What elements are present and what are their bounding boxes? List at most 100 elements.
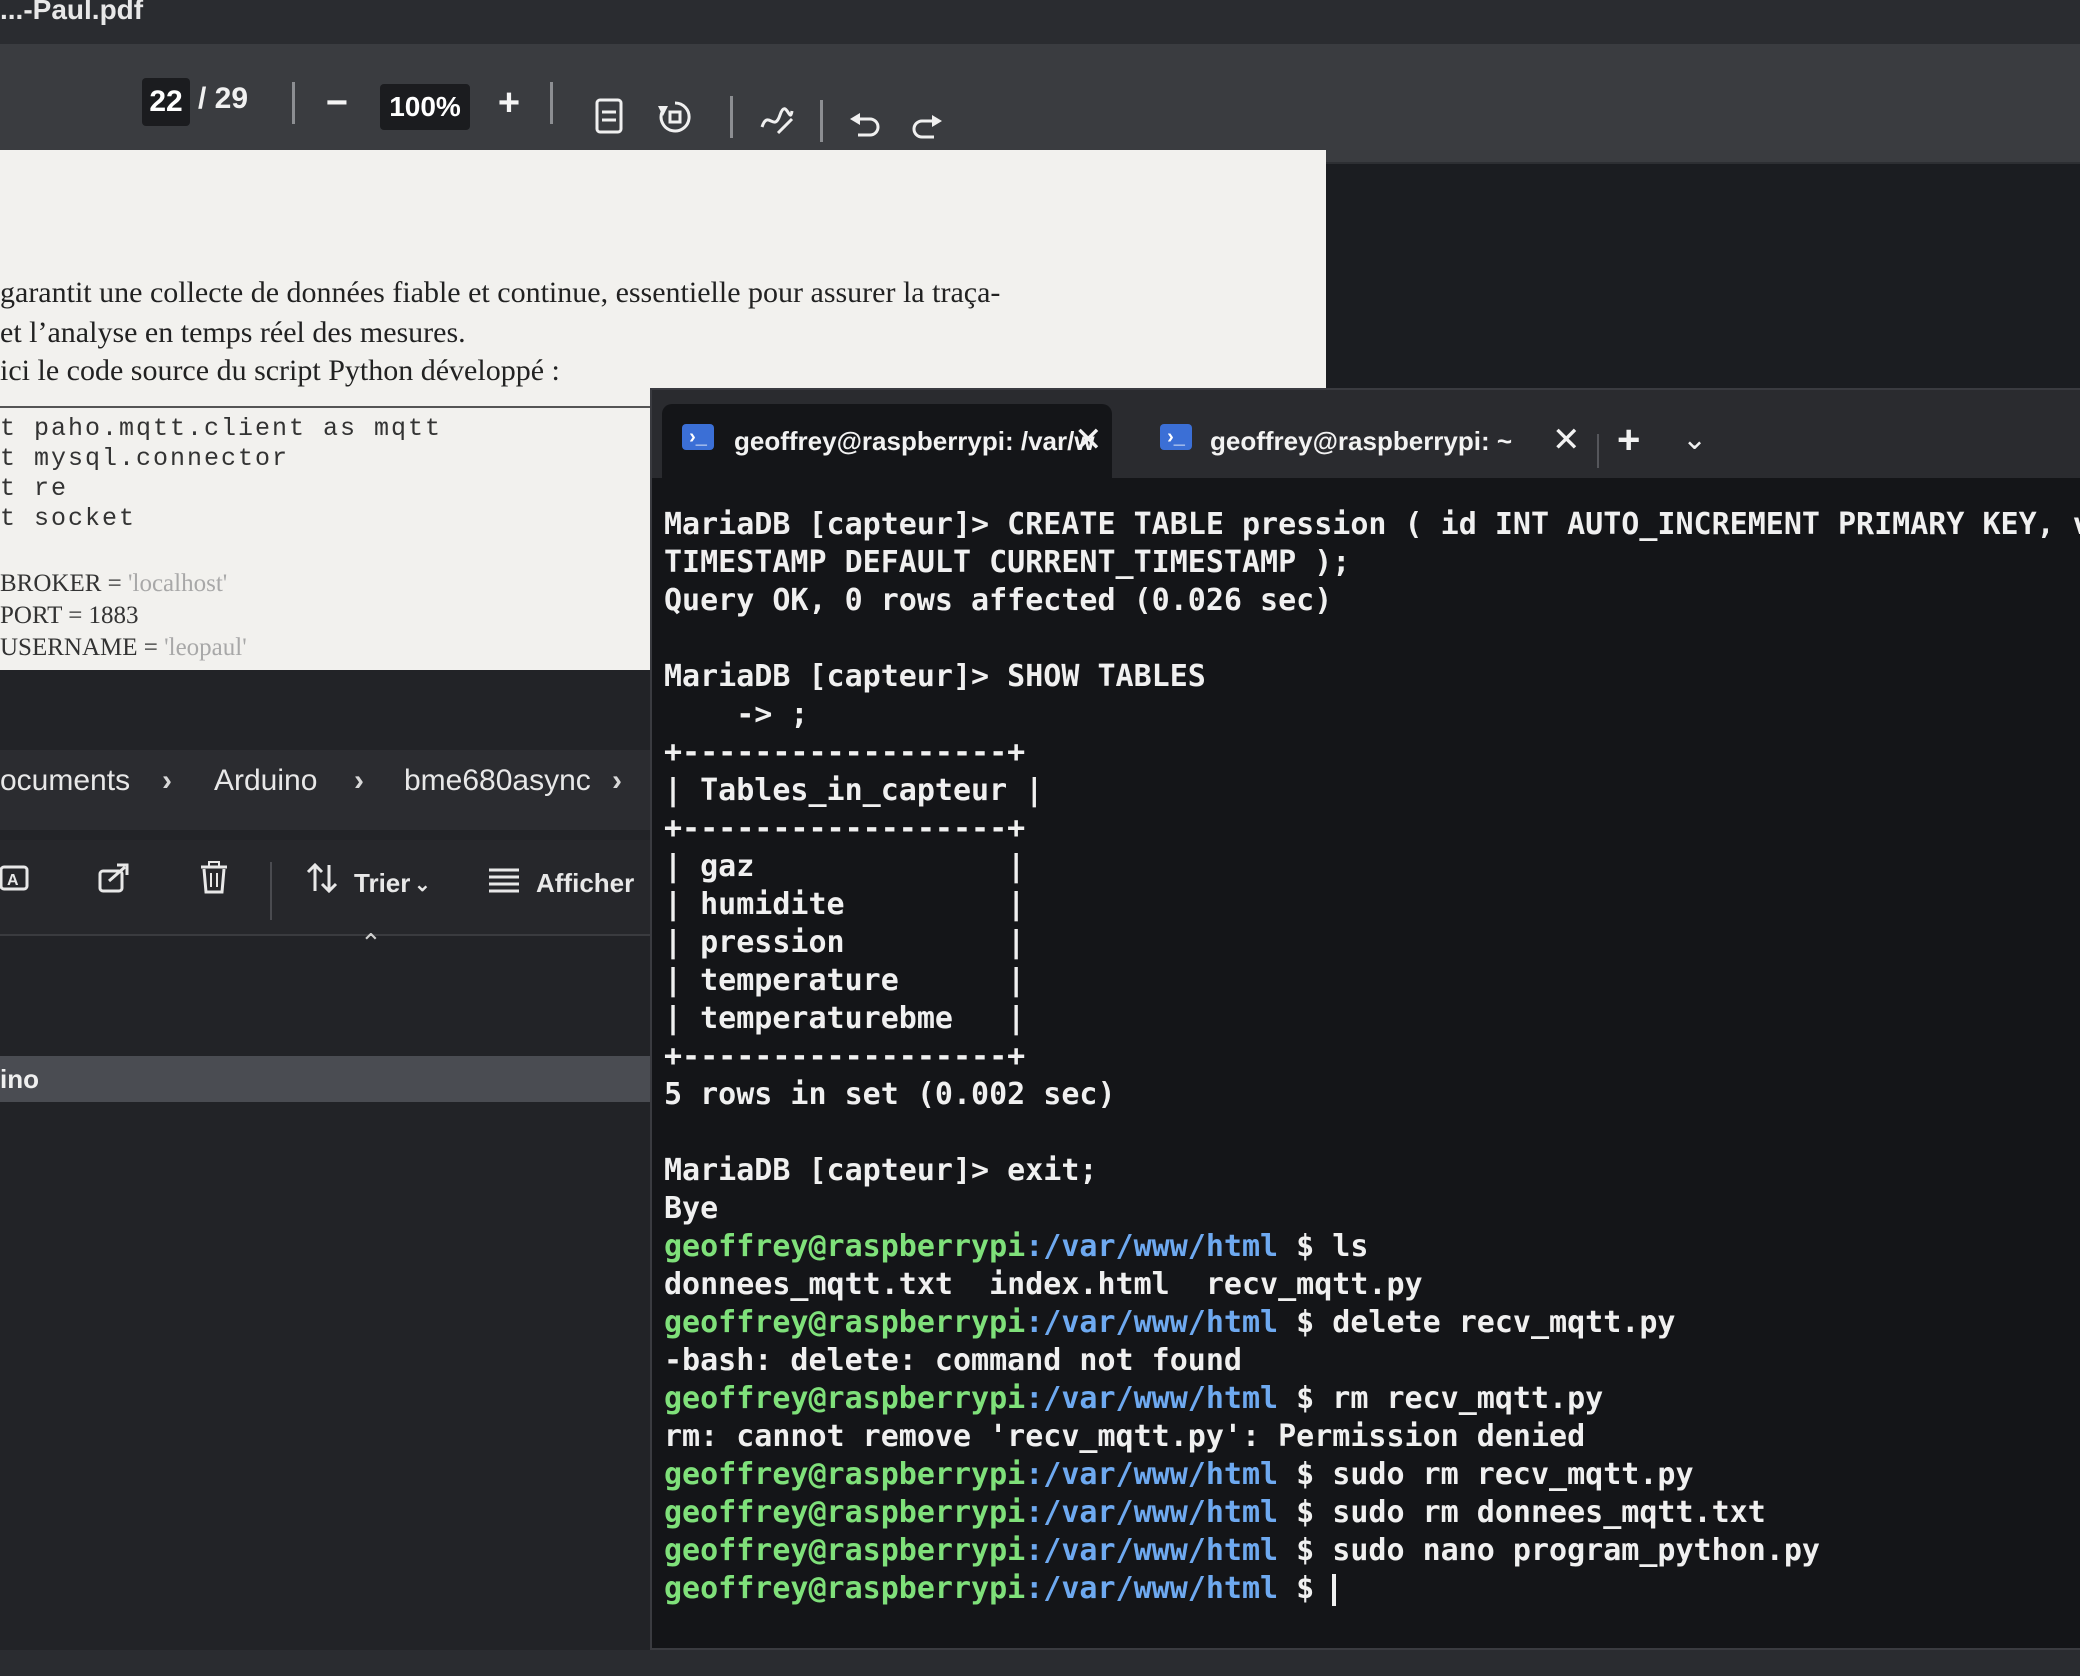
toolbar-divider bbox=[730, 96, 733, 138]
chevron-down-icon[interactable]: ⌄ bbox=[1682, 422, 1707, 457]
prompt-user: geoffrey@raspberrypi bbox=[664, 1495, 1026, 1530]
code-line: t paho.mqtt.client as mqtt bbox=[0, 414, 443, 443]
command-text: delete recv_mqtt.py bbox=[1332, 1305, 1676, 1340]
terminal-output-line: -> ; bbox=[664, 697, 809, 732]
terminal-output-line: Query OK, 0 rows affected (0.026 sec) bbox=[664, 583, 1333, 618]
chevron-right-icon: › bbox=[162, 764, 172, 797]
zoom-out-button[interactable]: − bbox=[312, 78, 362, 128]
file-explorer: ocuments › Arduino › bme680async › A Tri… bbox=[0, 670, 660, 1676]
terminal-tab[interactable]: ›_ geoffrey@raspberrypi: ~ ✕ bbox=[1150, 404, 1590, 478]
list-view-icon[interactable] bbox=[480, 860, 528, 908]
page-total: / 29 bbox=[198, 82, 249, 115]
prompt-path: :/var/www/html bbox=[1025, 1533, 1279, 1568]
desktop-bottom-strip bbox=[0, 1650, 2080, 1676]
terminal-output[interactable]: MariaDB [capteur]> CREATE TABLE pression… bbox=[664, 506, 2080, 1608]
terminal-output-line: | humidite | bbox=[664, 887, 1026, 922]
prompt-suffix: $ bbox=[1278, 1495, 1333, 1530]
prompt-user: geoffrey@raspberrypi bbox=[664, 1381, 1026, 1416]
code-line: USERNAME = 'leopaul' bbox=[0, 634, 247, 662]
new-tab-button[interactable]: + bbox=[1617, 418, 1640, 463]
rotate-icon[interactable] bbox=[652, 98, 698, 144]
close-icon[interactable]: ✕ bbox=[1552, 420, 1581, 460]
prompt-suffix: $ bbox=[1278, 1381, 1333, 1416]
terminal-prompt-line: geoffrey@raspberrypi:/var/www/html $ sud… bbox=[664, 1532, 2074, 1570]
toolbar-divider bbox=[820, 100, 823, 142]
terminal-output-line: +------------------+ bbox=[664, 811, 1026, 846]
terminal-output-line: Bye bbox=[664, 1191, 719, 1226]
text-cursor bbox=[1332, 1573, 1337, 1606]
pdf-text-line: et l’analyse en temps réel des mesures. bbox=[0, 316, 466, 349]
pdf-toolbar: 22 / 29 − 100% + bbox=[0, 44, 2080, 164]
terminal-output-line: MariaDB [capteur]> exit; bbox=[664, 1153, 1098, 1188]
prompt-path: :/var/www/html bbox=[1025, 1571, 1279, 1606]
code-line: t mysql.connector bbox=[0, 444, 290, 473]
code-line: t re bbox=[0, 474, 69, 503]
terminal-output-line: MariaDB [capteur]> CREATE TABLE pression… bbox=[664, 507, 2080, 542]
prompt-path: :/var/www/html bbox=[1025, 1305, 1279, 1340]
terminal-output-line: | gaz | bbox=[664, 849, 1026, 884]
config-key: BROKER = bbox=[0, 570, 129, 597]
draw-icon[interactable] bbox=[754, 102, 800, 148]
prompt-user: geoffrey@raspberrypi bbox=[664, 1305, 1026, 1340]
list-item[interactable]: ino bbox=[0, 1056, 660, 1102]
view-button[interactable]: Afficher bbox=[536, 868, 634, 899]
code-line: t socket bbox=[0, 504, 137, 533]
zoom-in-button[interactable]: + bbox=[484, 78, 534, 128]
close-icon[interactable]: ✕ bbox=[1074, 420, 1103, 460]
tab-title: geoffrey@raspberrypi: /var/w bbox=[734, 426, 1095, 456]
terminal-bottom-edge bbox=[652, 1624, 2080, 1648]
pdf-text-line: ici le code source du script Python déve… bbox=[0, 354, 560, 387]
terminal-prompt-line: geoffrey@raspberrypi:/var/www/html $ del… bbox=[664, 1304, 2074, 1342]
terminal-prompt-line: geoffrey@raspberrypi:/var/www/html $ ls bbox=[664, 1228, 2074, 1266]
breadcrumb-item[interactable]: bme680async bbox=[404, 764, 591, 798]
svg-text:A: A bbox=[7, 872, 19, 889]
terminal-output-line: MariaDB [capteur]> SHOW TABLES bbox=[664, 659, 1206, 694]
explorer-toolbar: A Trier ⌄ Afficher bbox=[0, 840, 660, 936]
terminal-prompt-line: geoffrey@raspberrypi:/var/www/html $ rm … bbox=[664, 1380, 2074, 1418]
page-number-input[interactable]: 22 bbox=[142, 78, 190, 126]
breadcrumb-item[interactable]: ocuments bbox=[0, 764, 130, 798]
terminal-icon: ›_ bbox=[682, 424, 714, 450]
chevron-right-icon: › bbox=[354, 764, 364, 797]
trash-icon[interactable] bbox=[190, 860, 238, 908]
command-text: ls bbox=[1332, 1229, 1369, 1264]
prompt-user: geoffrey@raspberrypi bbox=[664, 1229, 1026, 1264]
prompt-suffix: $ bbox=[1278, 1305, 1333, 1340]
redo-icon[interactable] bbox=[904, 108, 950, 154]
undo-icon[interactable] bbox=[842, 106, 888, 152]
prompt-user: geoffrey@raspberrypi bbox=[664, 1457, 1026, 1492]
config-key: PORT = 1883 bbox=[0, 602, 139, 629]
chevron-right-icon: › bbox=[612, 764, 622, 797]
prompt-suffix: $ bbox=[1278, 1571, 1333, 1606]
chevron-down-icon[interactable]: ⌄ bbox=[414, 872, 431, 897]
terminal-tab-active[interactable]: ›_ geoffrey@raspberrypi: /var/w ✕ bbox=[662, 404, 1112, 478]
terminal-output-line: | temperature | bbox=[664, 963, 1026, 998]
config-value: 'localhost' bbox=[128, 570, 228, 597]
terminal-output-line: | temperaturebme | bbox=[664, 1001, 1026, 1036]
zoom-level[interactable]: 100% bbox=[380, 84, 470, 130]
code-line: BROKER = 'localhost' bbox=[0, 570, 227, 598]
terminal-prompt-line: geoffrey@raspberrypi:/var/www/html $ sud… bbox=[664, 1494, 2074, 1532]
prompt-suffix: $ bbox=[1278, 1229, 1333, 1264]
sort-button[interactable]: Trier bbox=[354, 868, 410, 899]
toolbar-divider bbox=[292, 82, 295, 124]
prompt-path: :/var/www/html bbox=[1025, 1495, 1279, 1530]
rename-icon[interactable]: A bbox=[0, 860, 40, 908]
terminal-icon: ›_ bbox=[1160, 424, 1192, 450]
tab-divider bbox=[1597, 434, 1599, 468]
code-line: PORT = 1883 bbox=[0, 602, 139, 630]
terminal-output-line: | Tables_in_capteur | bbox=[664, 773, 1044, 808]
terminal-tabbar: ›_ geoffrey@raspberrypi: /var/w ✕ ›_ geo… bbox=[652, 390, 2080, 478]
breadcrumb-item[interactable]: Arduino bbox=[214, 764, 317, 798]
page-view-icon[interactable] bbox=[586, 98, 632, 144]
terminal-output-line: +------------------+ bbox=[664, 1039, 1026, 1074]
code-block-rule bbox=[0, 406, 680, 408]
toolbar-divider bbox=[550, 82, 553, 124]
sort-icon[interactable] bbox=[298, 860, 346, 908]
share-icon[interactable] bbox=[90, 860, 138, 908]
command-text: rm recv_mqtt.py bbox=[1332, 1381, 1604, 1416]
chevron-up-icon: ⌃ bbox=[360, 928, 382, 958]
command-text: sudo rm donnees_mqtt.txt bbox=[1332, 1495, 1766, 1530]
